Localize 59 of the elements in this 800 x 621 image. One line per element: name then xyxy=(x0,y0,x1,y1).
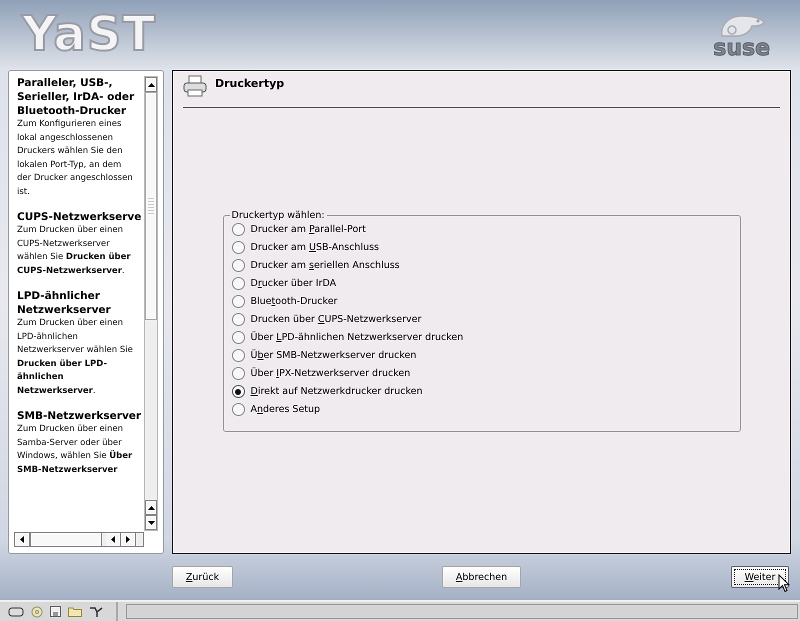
floppy-icon[interactable] xyxy=(50,606,61,617)
radio-button[interactable] xyxy=(232,403,244,416)
option-label[interactable]: Über LPD-ähnlichen Netzwerkserver drucken xyxy=(250,332,464,343)
scroll-up-button[interactable] xyxy=(145,500,157,515)
up-triangle-icon xyxy=(148,82,154,86)
yast-logo: YaST xyxy=(22,8,156,60)
help-paragraph: Zum Drucken über einen CUPS-Netzwerkserver wählen Sie Drucken über CUPS-Netzwerkserver. xyxy=(17,224,132,278)
help-paragraph: Zum Konfigurieren eines lokal angeschlossenen Druckers wählen Sie den lokalen Port-Typ, an dem der Drucker angeschlossen ist. xyxy=(17,118,134,198)
disc-icon[interactable] xyxy=(31,606,43,618)
radio-button[interactable] xyxy=(232,295,244,308)
left-triangle-icon xyxy=(20,536,24,543)
radio-button[interactable] xyxy=(232,223,244,236)
dialog-button[interactable]: Zurück xyxy=(172,566,233,588)
option-label[interactable]: Direkt auf Netzwerkdrucker drucken xyxy=(250,386,422,397)
network-icon[interactable] xyxy=(89,606,103,618)
help-heading: SMB-Netzwerkserver xyxy=(17,409,142,423)
scroll-down-button[interactable] xyxy=(145,515,157,530)
scroll-left-button[interactable] xyxy=(15,533,30,546)
option-label[interactable]: Über IPX-Netzwerkserver drucken xyxy=(250,368,410,379)
left-triangle-icon xyxy=(111,536,115,543)
option-label[interactable]: Anderes Setup xyxy=(250,404,320,415)
mouse-cursor-icon xyxy=(778,574,790,593)
option-label[interactable]: Drucker am seriellen Anschluss xyxy=(250,260,400,271)
option-label[interactable]: Bluetooth-Drucker xyxy=(250,296,338,307)
horizontal-scrollbar[interactable] xyxy=(14,532,144,547)
scroll-left-button[interactable] xyxy=(106,533,121,546)
scroll-thumb[interactable] xyxy=(30,533,102,546)
printer-icon xyxy=(183,75,207,97)
drive-icon[interactable] xyxy=(8,606,24,616)
radio-button[interactable] xyxy=(232,313,244,326)
option-label[interactable]: Drucken über CUPS-Netzwerkserver xyxy=(250,314,422,325)
radio-button[interactable] xyxy=(232,349,244,362)
help-heading: CUPS-Netzwerkserve xyxy=(17,210,142,224)
option-label[interactable]: Drucker über IrDA xyxy=(250,278,336,289)
scroll-thumb[interactable] xyxy=(145,92,157,320)
radio-button[interactable] xyxy=(232,241,244,254)
right-triangle-icon xyxy=(126,536,130,543)
radio-button[interactable] xyxy=(232,385,244,398)
help-heading: Paralleler, USB-, Serieller, IrDA- oder Bluetooth-Drucker xyxy=(17,76,136,118)
page-title: Druckertyp xyxy=(215,77,284,91)
folder-icon[interactable] xyxy=(68,606,82,617)
option-label[interactable]: Über SMB-Netzwerkserver drucken xyxy=(250,350,416,361)
scroll-right-button[interactable] xyxy=(121,533,136,546)
help-heading: LPD-ähnlicher Netzwerkserver xyxy=(17,289,112,317)
up-triangle-icon xyxy=(148,506,154,510)
help-paragraph: Zum Drucken über einen Samba-Server oder über Windows, wählen Sie Über SMB-Netzwerkserver xyxy=(17,423,134,476)
help-paragraph: Zum Drucken über einen LPD-ähnlichen Netzwerkserver wählen Sie Drucken über LPD-ähnlichen Netzwerkserver. xyxy=(17,317,134,398)
group-label: Druckertyp wählen: xyxy=(230,210,326,220)
radio-button[interactable] xyxy=(232,259,244,272)
option-label[interactable]: Drucker am USB-Anschluss xyxy=(250,242,380,253)
suse-logo: suse xyxy=(713,38,770,60)
radio-button[interactable] xyxy=(232,277,244,290)
radio-button[interactable] xyxy=(232,367,244,380)
dialog-button[interactable]: Abbrechen xyxy=(442,566,521,588)
option-label[interactable]: Drucker am Parallel-Port xyxy=(250,224,366,235)
scroll-up-button[interactable] xyxy=(145,77,157,92)
radio-button[interactable] xyxy=(232,331,244,344)
vertical-scrollbar[interactable] xyxy=(144,76,158,531)
down-triangle-icon xyxy=(148,520,154,524)
